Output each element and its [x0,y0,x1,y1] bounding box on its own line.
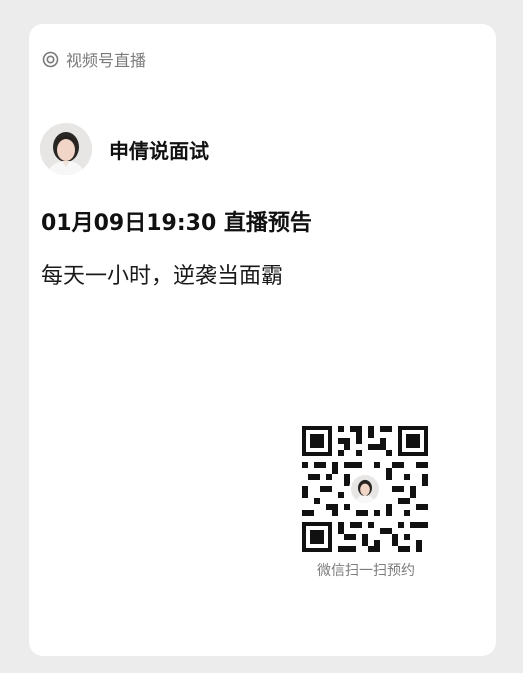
host-avatar[interactable] [40,123,92,175]
host-name[interactable]: 申倩说面试 [109,135,209,164]
host-info[interactable]: 申倩说面试 [40,123,209,175]
live-ring-icon [42,51,59,68]
qr-center-avatar [349,473,381,505]
live-subtitle: 每天一小时，逆袭当面霸 [41,264,284,289]
live-title: 01月09日19:30 直播预告 [41,211,312,236]
reservation-qr-code[interactable] [302,426,428,552]
channel-source-label: 视频号直播 [66,51,147,70]
channel-source: 视频号直播 [42,47,146,71]
qr-caption: 微信扫一扫预约 [317,563,415,579]
